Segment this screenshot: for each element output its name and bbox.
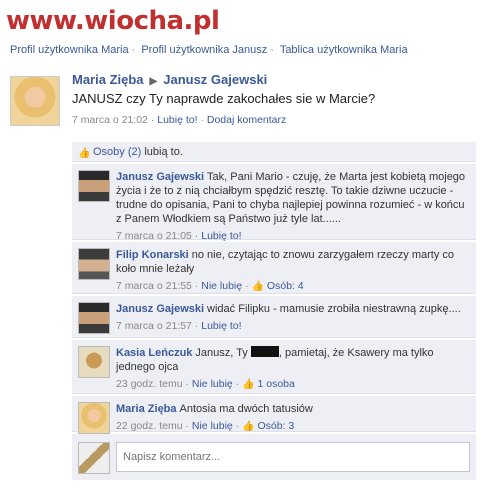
comment-author[interactable]: Kasia Leńczuk: [116, 347, 192, 359]
breadcrumb-profile-janusz[interactable]: Profil użytkownika Janusz: [141, 44, 267, 56]
avatar[interactable]: [78, 302, 110, 334]
post-header: Maria Zięba ▶ Janusz Gajewski: [72, 72, 476, 87]
breadcrumb: Profil użytkownika Maria · Profil użytkow…: [10, 44, 408, 56]
likes-suffix: lubią to.: [144, 146, 183, 158]
comment-input[interactable]: [116, 442, 470, 472]
breadcrumb-profile-maria[interactable]: Profil użytkownika Maria: [10, 44, 129, 56]
comment-likes-count[interactable]: Osób: 3: [257, 420, 294, 432]
avatar[interactable]: [78, 170, 110, 202]
thumbs-up-icon: 👍: [242, 421, 255, 432]
comment-item: Maria Zięba Antosia ma dwóch tatusiów 22 …: [72, 396, 476, 434]
post-author-link[interactable]: Maria Zięba: [72, 72, 144, 87]
comment-author[interactable]: Janusz Gajewski: [116, 303, 204, 315]
arrow-right-icon: ▶: [149, 76, 158, 87]
thumbs-up-icon: 👍: [78, 148, 91, 159]
comment-dislike-button[interactable]: Nie lubię: [192, 420, 233, 432]
comment-item: Janusz Gajewski widać Filipku - mamusie z…: [72, 296, 476, 338]
avatar[interactable]: [78, 248, 110, 280]
comment-like-button[interactable]: Lubię to!: [201, 230, 241, 242]
breadcrumb-separator: ·: [131, 44, 136, 56]
comment-text-start: Janusz, Ty: [195, 347, 248, 359]
censor-bar: [250, 346, 279, 357]
breadcrumb-wall-maria[interactable]: Tablica użytkownika Maria: [280, 44, 408, 56]
watermark-logo: www.wiocha.pl: [6, 6, 220, 36]
breadcrumb-separator: ·: [270, 44, 274, 56]
thumbs-up-icon: 👍: [251, 281, 264, 292]
comment-author[interactable]: Janusz Gajewski: [116, 171, 204, 183]
wall-post: Maria Zięba ▶ Janusz Gajewski JANUSZ czy T…: [10, 72, 476, 126]
avatar[interactable]: [10, 76, 60, 126]
comment-time[interactable]: 7 marca o 21:57: [116, 320, 192, 332]
comment-like-button[interactable]: Lubię to!: [201, 320, 241, 332]
comment-item: Filip Konarski no nie, czytając to znowu …: [72, 242, 476, 294]
comment-text: widać Filipku - mamusie zrobiła niestraw…: [207, 303, 461, 315]
avatar[interactable]: [78, 346, 110, 378]
comment-text: Antosia ma dwóch tatusiów: [179, 403, 313, 415]
comment-time[interactable]: 22 godz. temu: [116, 420, 183, 432]
like-button[interactable]: Lubię to!: [157, 114, 197, 126]
post-time[interactable]: 7 marca o 21:02: [72, 114, 148, 126]
comment-time[interactable]: 7 marca o 21:05: [116, 230, 192, 242]
add-comment-button[interactable]: Dodaj komentarz: [207, 114, 286, 126]
comment-item: Kasia Leńczuk Janusz, Ty , pamietaj, że K…: [72, 340, 476, 394]
comment-time[interactable]: 23 godz. temu: [116, 378, 183, 390]
comment-likes-count[interactable]: Osób: 4: [267, 280, 304, 292]
avatar: [78, 442, 110, 474]
comment-author[interactable]: Maria Zięba: [116, 403, 177, 415]
comment-likes-count[interactable]: 1 osoba: [257, 378, 294, 390]
likes-summary: 👍 Osoby (2) lubią to.: [72, 142, 476, 162]
comment-author[interactable]: Filip Konarski: [116, 249, 189, 261]
thumbs-up-icon: 👍: [242, 379, 255, 390]
post-target-link[interactable]: Janusz Gajewski: [163, 72, 267, 87]
post-meta: 7 marca o 21:02 · Lubię to! · Dodaj kome…: [72, 114, 287, 126]
reply-box: [72, 434, 476, 480]
avatar[interactable]: [78, 402, 110, 434]
likes-count-link[interactable]: Osoby (2): [93, 146, 141, 158]
post-text: JANUSZ czy Ty naprawde zakochałes sie w …: [72, 91, 376, 106]
comment-dislike-button[interactable]: Nie lubię: [192, 378, 233, 390]
comment-time[interactable]: 7 marca o 21:55: [116, 280, 192, 292]
comment-item: Janusz Gajewski Tak, Pani Mario - czuję, …: [72, 164, 476, 242]
comment-dislike-button[interactable]: Nie lubię: [201, 280, 242, 292]
